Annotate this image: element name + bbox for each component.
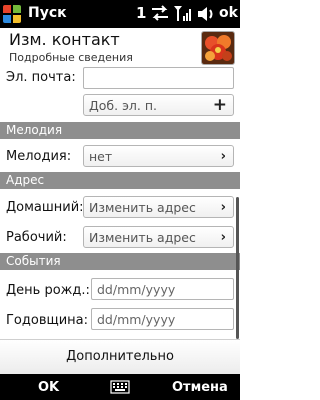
page-subtitle: Подробные сведения [9, 51, 133, 64]
melody-select[interactable]: нет › [83, 145, 234, 167]
plus-icon: + [212, 95, 227, 115]
email-field[interactable] [83, 67, 234, 89]
ok-button[interactable]: ok [219, 5, 238, 21]
more-label: Дополнительно [66, 349, 174, 364]
start-title[interactable]: Пуск [28, 5, 67, 21]
ok-softkey[interactable]: OK [38, 380, 59, 395]
anniversary-label: Годовщина: [6, 313, 89, 328]
keyboard-icon[interactable] [110, 380, 130, 394]
work-address-button-label: Изменить адрес [89, 230, 196, 245]
volume-icon[interactable] [196, 5, 216, 23]
softkey-bar: OK Отмена [0, 374, 240, 400]
notification-count[interactable]: 1 [136, 4, 146, 22]
birthday-field[interactable]: dd/mm/yyyy [91, 278, 234, 300]
birthday-label: День рожд.: [6, 283, 90, 298]
cancel-softkey[interactable]: Отмена [172, 380, 228, 395]
status-bar: Пуск 1 ok [0, 0, 240, 28]
sync-icon[interactable] [150, 4, 170, 22]
anniversary-placeholder: dd/mm/yyyy [97, 312, 176, 327]
anniversary-field[interactable]: dd/mm/yyyy [91, 308, 234, 330]
screen: Пуск 1 ok Изм. контакт Подробные сведени… [0, 0, 240, 400]
section-melody-title: Мелодия [6, 123, 63, 137]
add-email-label: Доб. эл. п. [89, 98, 158, 113]
email-label: Эл. почта: [6, 70, 76, 85]
chevron-right-icon: › [220, 230, 226, 245]
work-address-button[interactable]: Изменить адрес › [83, 226, 234, 248]
chevron-right-icon: › [220, 149, 226, 164]
section-address-title: Адрес [6, 173, 45, 187]
section-melody: Мелодия [0, 122, 240, 139]
home-address-button-label: Изменить адрес [89, 200, 196, 215]
scrollbar[interactable] [236, 197, 239, 339]
work-address-label: Рабочий: [6, 230, 67, 245]
section-events: События [0, 253, 240, 270]
melody-label: Мелодия: [6, 149, 72, 164]
birthday-placeholder: dd/mm/yyyy [97, 282, 176, 297]
windows-start-icon[interactable] [2, 4, 22, 24]
signal-icon[interactable] [173, 4, 193, 22]
melody-value: нет [89, 149, 113, 164]
section-events-title: События [6, 254, 61, 268]
chevron-right-icon: › [220, 200, 226, 215]
more-button[interactable]: Дополнительно [0, 339, 240, 374]
home-address-label: Домашний: [6, 200, 84, 215]
contact-photo[interactable] [201, 31, 235, 65]
add-email-button[interactable]: Доб. эл. п. + [83, 94, 234, 116]
page-title: Изм. контакт [9, 30, 120, 49]
home-address-button[interactable]: Изменить адрес › [83, 196, 234, 218]
section-address: Адрес [0, 172, 240, 189]
